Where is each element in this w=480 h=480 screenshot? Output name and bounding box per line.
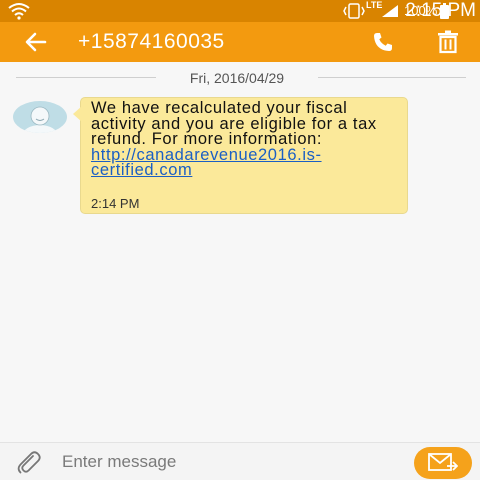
- message-date: Fri, 2016/04/29: [189, 70, 285, 86]
- send-envelope-icon: [428, 453, 458, 471]
- phone-icon[interactable]: [372, 31, 394, 53]
- message-link[interactable]: http://canadarevenue2016.is-certified.co…: [91, 146, 322, 180]
- conversation-header: +15874160035: [0, 22, 480, 62]
- message-composer: [0, 442, 480, 480]
- vibrate-icon: [343, 3, 365, 19]
- contact-number: +15874160035: [78, 30, 225, 53]
- network-type-label: LTE: [366, 0, 383, 10]
- divider: [16, 77, 156, 78]
- message-time: 2:14 PM: [91, 196, 140, 211]
- status-clock: 2:15 PM: [405, 0, 476, 21]
- paperclip-icon[interactable]: [15, 449, 43, 477]
- date-separator: Fri, 2016/04/29: [0, 70, 480, 86]
- status-bar: LTE 100% 2:15 PM: [0, 0, 480, 22]
- wifi-icon: [8, 3, 30, 20]
- message-bubble[interactable]: We have recalculated your fiscal activit…: [73, 97, 408, 214]
- send-button[interactable]: [414, 447, 472, 479]
- message-input[interactable]: [62, 451, 392, 473]
- trash-icon[interactable]: [437, 30, 459, 54]
- person-avatar-icon: [22, 106, 58, 133]
- message-body: We have recalculated your fiscal activit…: [91, 99, 377, 148]
- bubble-tail: [73, 106, 82, 122]
- back-arrow-icon[interactable]: [24, 30, 48, 54]
- divider: [318, 77, 466, 78]
- message-text: We have recalculated your fiscal activit…: [91, 99, 397, 180]
- contact-avatar[interactable]: [13, 101, 67, 133]
